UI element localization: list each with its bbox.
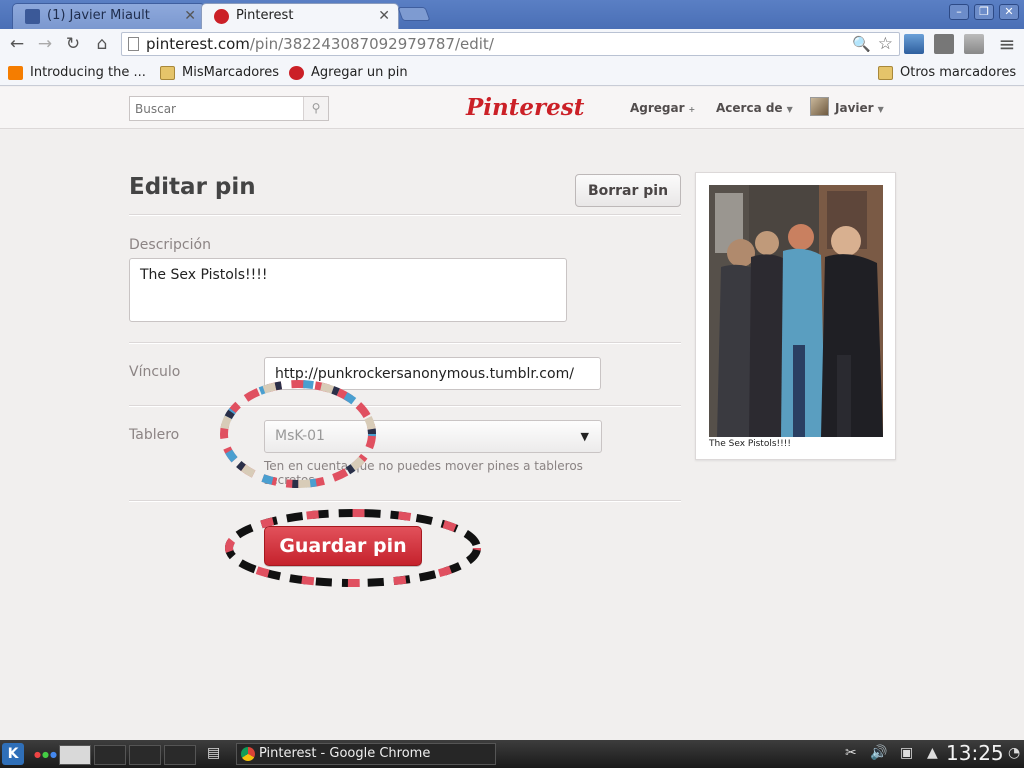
bookmark-label: MisMarcadores bbox=[182, 65, 279, 80]
bookmark-label: Otros marcadores bbox=[900, 65, 1017, 80]
pin-caption: The Sex Pistols!!!! bbox=[709, 439, 791, 449]
chrome-icon bbox=[241, 747, 255, 761]
tab-title: (1) Javier Miault bbox=[47, 8, 150, 23]
bookmark-star-icon[interactable]: ☆ bbox=[878, 33, 893, 55]
download-extension-icon[interactable] bbox=[964, 34, 984, 54]
virtual-desktop-4[interactable] bbox=[164, 745, 196, 765]
nav-label: Acerca de bbox=[716, 101, 783, 115]
search-icon[interactable]: ⚲ bbox=[303, 97, 328, 120]
back-icon[interactable]: ← bbox=[6, 33, 28, 55]
minimize-icon[interactable]: – bbox=[949, 4, 969, 20]
pin-photo[interactable] bbox=[709, 185, 883, 437]
pin-preview: The Sex Pistols!!!! bbox=[695, 172, 896, 460]
home-icon[interactable]: ⌂ bbox=[91, 33, 113, 55]
bookmark-mismarcadores[interactable]: MisMarcadores bbox=[160, 64, 279, 82]
maximize-icon[interactable]: ❐ bbox=[974, 4, 994, 20]
blogger-icon bbox=[8, 66, 23, 80]
chevron-down-icon: ▼ bbox=[877, 105, 884, 114]
nav-label: Agregar bbox=[630, 101, 685, 115]
forward-icon[interactable]: → bbox=[34, 33, 56, 55]
pinterest-icon bbox=[289, 66, 304, 80]
search-input[interactable] bbox=[130, 97, 304, 120]
description-field[interactable]: The Sex Pistols!!!! bbox=[129, 258, 567, 322]
page-title: Editar pin bbox=[129, 174, 256, 200]
divider bbox=[129, 342, 681, 344]
board-label: Tablero bbox=[129, 427, 180, 443]
volume-icon[interactable]: 🔊 bbox=[870, 745, 887, 761]
expand-tray-icon[interactable]: ▲ bbox=[927, 745, 938, 761]
bookmark-label: Introducing the ... bbox=[30, 65, 146, 80]
dropdown-arrow-icon: ▼ bbox=[580, 430, 589, 443]
activities-icon[interactable]: ●●● bbox=[34, 750, 58, 759]
facebook-icon bbox=[25, 9, 40, 24]
plus-icon: + bbox=[688, 105, 696, 114]
panel-toolbox-icon[interactable]: ◔ bbox=[1008, 745, 1020, 761]
divider bbox=[129, 405, 681, 407]
save-pin-button[interactable]: Guardar pin bbox=[264, 526, 422, 566]
tag-extension-icon[interactable] bbox=[934, 34, 954, 54]
nav-agregar[interactable]: Agregar + bbox=[630, 101, 695, 115]
pinterest-logo[interactable]: Pinterest bbox=[466, 94, 584, 121]
tab-pinterest[interactable]: Pinterest ✕ bbox=[201, 3, 399, 29]
system-taskbar: K ●●● ▤ Pinterest - Google Chrome ✂ 🔊 ▣ … bbox=[0, 740, 1024, 768]
bookmark-introducing[interactable]: Introducing the ... bbox=[8, 64, 146, 82]
page-icon bbox=[128, 37, 139, 51]
board-selected-value: MsK-01 bbox=[275, 428, 325, 444]
show-desktop-icon[interactable]: ▤ bbox=[207, 745, 220, 761]
kde-menu-icon[interactable]: K bbox=[2, 743, 24, 765]
browser-toolbar: ← → ↻ ⌂ pinterest.com/pin/38224308709297… bbox=[0, 29, 1024, 59]
link-field[interactable] bbox=[264, 357, 601, 390]
address-bar[interactable]: pinterest.com/pin/382243087092979787/edi… bbox=[121, 32, 900, 56]
new-tab-button[interactable] bbox=[397, 7, 431, 21]
close-window-icon[interactable]: ✕ bbox=[999, 4, 1019, 20]
link-label: Vínculo bbox=[129, 364, 181, 380]
virtual-desktop-2[interactable] bbox=[94, 745, 126, 765]
taskbar-task-chrome[interactable]: Pinterest - Google Chrome bbox=[236, 743, 496, 765]
nav-label: Javier bbox=[835, 101, 874, 115]
pinterest-icon bbox=[214, 9, 229, 24]
board-select[interactable]: MsK-01 ▼ bbox=[264, 420, 602, 453]
divider bbox=[129, 500, 681, 502]
close-tab-icon[interactable]: ✕ bbox=[378, 4, 390, 28]
bookmarks-bar: Introducing the ... MisMarcadores Agrega… bbox=[0, 59, 1024, 86]
notifications-icon[interactable]: ▣ bbox=[900, 745, 913, 761]
site-header: ⚲ Pinterest Agregar+ Acerca de▼ Javier▼ bbox=[0, 87, 1024, 129]
delete-pin-button[interactable]: Borrar pin bbox=[575, 174, 681, 207]
search-box: ⚲ bbox=[129, 96, 329, 121]
zoom-icon[interactable]: 🔍 bbox=[852, 33, 871, 55]
nav-acerca-de[interactable]: Acerca de ▼ bbox=[716, 101, 793, 115]
browser-tabstrip: (1) Javier Miault ✕ Pinterest ✕ – ❐ ✕ bbox=[0, 0, 1024, 29]
close-tab-icon[interactable]: ✕ bbox=[184, 4, 196, 28]
task-title: Pinterest - Google Chrome bbox=[259, 746, 431, 761]
avatar[interactable] bbox=[810, 97, 829, 116]
description-label: Descripción bbox=[129, 237, 211, 253]
virtual-desktop-3[interactable] bbox=[129, 745, 161, 765]
scissors-icon[interactable]: ✂ bbox=[845, 745, 857, 761]
edit-pin-page: Editar pin Borrar pin Descripción The Se… bbox=[0, 130, 1024, 740]
menu-icon[interactable]: ≡ bbox=[996, 33, 1018, 55]
url-host: pinterest.com bbox=[146, 35, 250, 53]
board-hint: Ten en cuenta que no puedes mover pines … bbox=[264, 459, 583, 487]
url-path: /pin/382243087092979787/edit/ bbox=[249, 35, 494, 53]
tab-title: Pinterest bbox=[236, 8, 294, 23]
chevron-down-icon: ▼ bbox=[786, 105, 793, 114]
folder-icon bbox=[160, 66, 175, 80]
clock[interactable]: 13:25 bbox=[946, 741, 1004, 765]
tab-facebook[interactable]: (1) Javier Miault ✕ bbox=[12, 3, 205, 29]
image-extension-icon[interactable] bbox=[904, 34, 924, 54]
nav-user[interactable]: Javier ▼ bbox=[835, 101, 884, 115]
folder-icon bbox=[878, 66, 893, 80]
bookmark-otros[interactable]: Otros marcadores bbox=[878, 64, 1016, 82]
reload-icon[interactable]: ↻ bbox=[62, 33, 84, 55]
divider bbox=[129, 214, 681, 216]
bookmark-label: Agregar un pin bbox=[311, 65, 408, 80]
bookmark-agregar-pin[interactable]: Agregar un pin bbox=[289, 64, 408, 82]
virtual-desktop-1[interactable] bbox=[59, 745, 91, 765]
